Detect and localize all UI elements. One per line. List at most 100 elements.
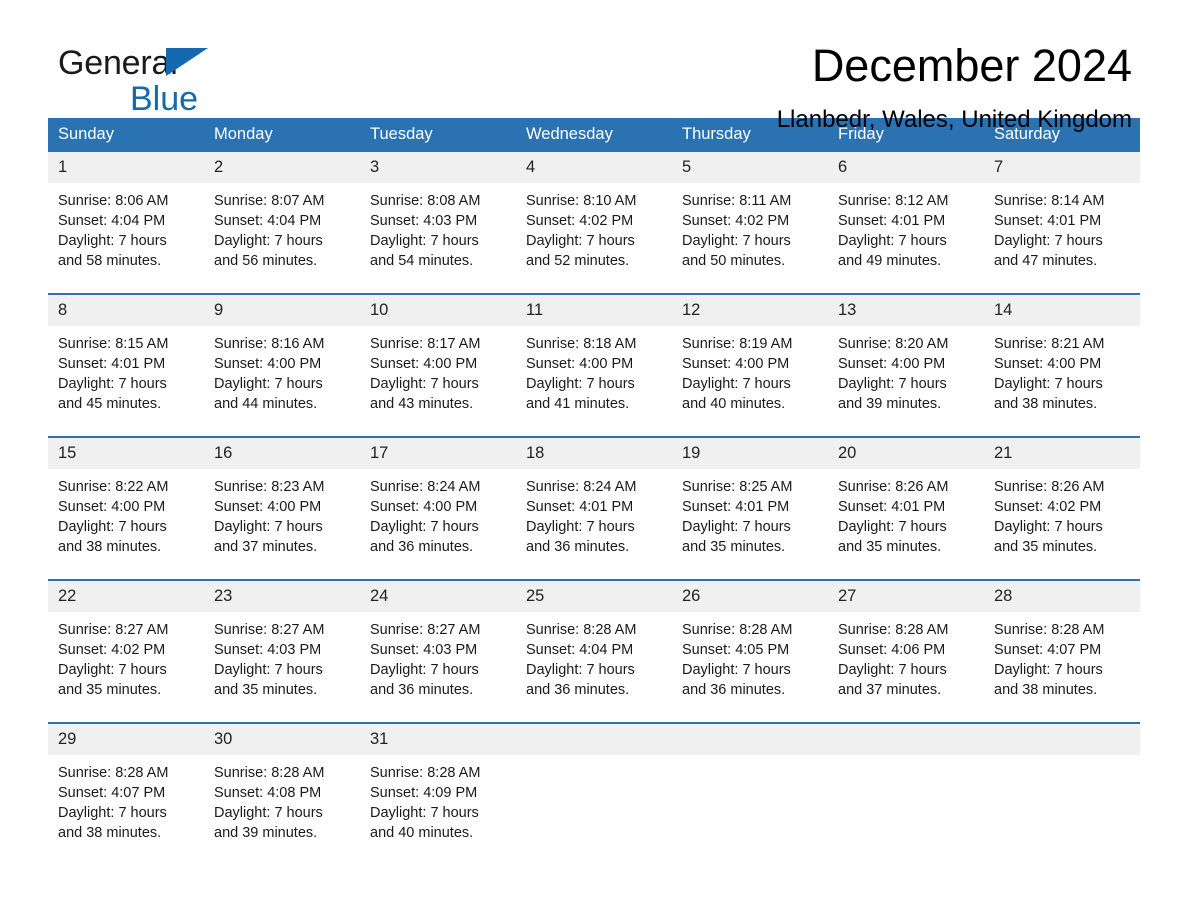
sunset-text: Sunset: 4:09 PM [370,785,478,801]
daylight-text-line1: Daylight: 7 hours [214,376,323,392]
day-number: 5 [672,152,828,183]
day-details: Sunrise: 8:06 AM Sunset: 4:04 PM Dayligh… [48,183,204,271]
general-blue-logo: General Blue [58,46,378,116]
sunrise-text: Sunrise: 8:20 AM [838,336,949,352]
daylight-text-line2: and 44 minutes. [214,396,318,412]
day-cell[interactable]: 19 Sunrise: 8:25 AM Sunset: 4:01 PM Dayl… [672,436,828,571]
day-cell[interactable]: 12 Sunrise: 8:19 AM Sunset: 4:00 PM Dayl… [672,293,828,428]
day-cell[interactable]: 7 Sunrise: 8:14 AM Sunset: 4:01 PM Dayli… [984,152,1140,285]
day-details: Sunrise: 8:08 AM Sunset: 4:03 PM Dayligh… [360,183,516,271]
day-cell[interactable]: 16 Sunrise: 8:23 AM Sunset: 4:00 PM Dayl… [204,436,360,571]
day-number: 9 [204,295,360,326]
daylight-text-line1: Daylight: 7 hours [214,519,323,535]
day-details: Sunrise: 8:28 AM Sunset: 4:07 PM Dayligh… [984,612,1140,700]
daylight-text-line2: and 38 minutes. [994,396,1098,412]
day-cell[interactable]: 3 Sunrise: 8:08 AM Sunset: 4:03 PM Dayli… [360,152,516,285]
day-cell[interactable]: 14 Sunrise: 8:21 AM Sunset: 4:00 PM Dayl… [984,293,1140,428]
day-cell[interactable]: 9 Sunrise: 8:16 AM Sunset: 4:00 PM Dayli… [204,293,360,428]
day-cell[interactable]: 5 Sunrise: 8:11 AM Sunset: 4:02 PM Dayli… [672,152,828,285]
sunrise-text: Sunrise: 8:28 AM [58,765,169,781]
week-spacer [48,428,1140,437]
day-details: Sunrise: 8:11 AM Sunset: 4:02 PM Dayligh… [672,183,828,271]
daylight-text-line2: and 40 minutes. [370,825,474,841]
day-cell[interactable]: 27 Sunrise: 8:28 AM Sunset: 4:06 PM Dayl… [828,579,984,714]
daylight-text-line1: Daylight: 7 hours [838,233,947,249]
day-cell[interactable]: 4 Sunrise: 8:10 AM Sunset: 4:02 PM Dayli… [516,152,672,285]
daylight-text-line2: and 35 minutes. [838,539,942,555]
day-cell[interactable]: 21 Sunrise: 8:26 AM Sunset: 4:02 PM Dayl… [984,436,1140,571]
sunset-text: Sunset: 4:07 PM [994,642,1102,658]
day-cell[interactable]: 24 Sunrise: 8:27 AM Sunset: 4:03 PM Dayl… [360,579,516,714]
sunrise-text: Sunrise: 8:28 AM [994,622,1105,638]
daylight-text-line2: and 47 minutes. [994,253,1098,269]
sunset-text: Sunset: 4:00 PM [682,356,790,372]
day-cell[interactable]: 28 Sunrise: 8:28 AM Sunset: 4:07 PM Dayl… [984,579,1140,714]
day-cell[interactable]: 29 Sunrise: 8:28 AM Sunset: 4:07 PM Dayl… [48,722,204,857]
day-cell[interactable]: 23 Sunrise: 8:27 AM Sunset: 4:03 PM Dayl… [204,579,360,714]
day-details: Sunrise: 8:10 AM Sunset: 4:02 PM Dayligh… [516,183,672,271]
day-cell[interactable]: 10 Sunrise: 8:17 AM Sunset: 4:00 PM Dayl… [360,293,516,428]
day-number: 28 [984,581,1140,612]
page-title: December 2024 [811,40,1132,91]
sunset-text: Sunset: 4:03 PM [370,213,478,229]
sunset-text: Sunset: 4:00 PM [58,499,166,515]
daylight-text-line1: Daylight: 7 hours [838,376,947,392]
day-cell[interactable]: 17 Sunrise: 8:24 AM Sunset: 4:00 PM Dayl… [360,436,516,571]
day-number: 26 [672,581,828,612]
day-cell[interactable]: 8 Sunrise: 8:15 AM Sunset: 4:01 PM Dayli… [48,293,204,428]
daylight-text-line2: and 39 minutes. [838,396,942,412]
sunset-text: Sunset: 4:02 PM [994,499,1102,515]
day-cell[interactable]: 2 Sunrise: 8:07 AM Sunset: 4:04 PM Dayli… [204,152,360,285]
day-cell[interactable]: 18 Sunrise: 8:24 AM Sunset: 4:01 PM Dayl… [516,436,672,571]
daylight-text-line2: and 35 minutes. [214,682,318,698]
day-details: Sunrise: 8:16 AM Sunset: 4:00 PM Dayligh… [204,326,360,414]
day-number: 8 [48,295,204,326]
day-number: 4 [516,152,672,183]
day-cell[interactable]: 25 Sunrise: 8:28 AM Sunset: 4:04 PM Dayl… [516,579,672,714]
daylight-text-line1: Daylight: 7 hours [994,519,1103,535]
daylight-text-line1: Daylight: 7 hours [370,519,479,535]
day-details: Sunrise: 8:28 AM Sunset: 4:06 PM Dayligh… [828,612,984,700]
sunrise-text: Sunrise: 8:27 AM [370,622,481,638]
sunset-text: Sunset: 4:02 PM [58,642,166,658]
day-cell[interactable]: 22 Sunrise: 8:27 AM Sunset: 4:02 PM Dayl… [48,579,204,714]
day-cell[interactable]: 11 Sunrise: 8:18 AM Sunset: 4:00 PM Dayl… [516,293,672,428]
sunset-text: Sunset: 4:01 PM [994,213,1102,229]
daylight-text-line1: Daylight: 7 hours [526,233,635,249]
sunset-text: Sunset: 4:00 PM [214,356,322,372]
sunrise-text: Sunrise: 8:28 AM [214,765,325,781]
day-number: 16 [204,438,360,469]
day-number: 18 [516,438,672,469]
sunrise-text: Sunrise: 8:24 AM [370,479,481,495]
day-cell[interactable]: 30 Sunrise: 8:28 AM Sunset: 4:08 PM Dayl… [204,722,360,857]
sunrise-text: Sunrise: 8:28 AM [838,622,949,638]
sunrise-sunset-calendar: Sunday Monday Tuesday Wednesday Thursday… [48,118,1140,857]
day-number: 12 [672,295,828,326]
weekday-header-sunday: Sunday [48,118,204,152]
daylight-text-line2: and 36 minutes. [526,539,630,555]
day-cell[interactable]: 26 Sunrise: 8:28 AM Sunset: 4:05 PM Dayl… [672,579,828,714]
daylight-text-line1: Daylight: 7 hours [838,662,947,678]
day-cell[interactable]: 20 Sunrise: 8:26 AM Sunset: 4:01 PM Dayl… [828,436,984,571]
daylight-text-line1: Daylight: 7 hours [58,233,167,249]
day-cell[interactable]: 6 Sunrise: 8:12 AM Sunset: 4:01 PM Dayli… [828,152,984,285]
logo-triangle-icon [166,48,208,76]
day-cell[interactable]: 13 Sunrise: 8:20 AM Sunset: 4:00 PM Dayl… [828,293,984,428]
sunrise-text: Sunrise: 8:28 AM [370,765,481,781]
page-masthead: General Blue December 2024 Llanbedr, Wal… [48,0,1140,133]
day-cell[interactable]: 1 Sunrise: 8:06 AM Sunset: 4:04 PM Dayli… [48,152,204,285]
day-number: 15 [48,438,204,469]
day-details: Sunrise: 8:26 AM Sunset: 4:02 PM Dayligh… [984,469,1140,557]
day-cell[interactable]: 31 Sunrise: 8:28 AM Sunset: 4:09 PM Dayl… [360,722,516,857]
week-row: 8 Sunrise: 8:15 AM Sunset: 4:01 PM Dayli… [48,293,1140,428]
sunrise-text: Sunrise: 8:06 AM [58,193,169,209]
week-spacer [48,571,1140,580]
daylight-text-line1: Daylight: 7 hours [58,519,167,535]
location-subtitle: Llanbedr, Wales, United Kingdom [776,106,1132,133]
day-cell[interactable]: 15 Sunrise: 8:22 AM Sunset: 4:00 PM Dayl… [48,436,204,571]
sunset-text: Sunset: 4:01 PM [682,499,790,515]
day-number: 31 [360,724,516,755]
day-number: 6 [828,152,984,183]
sunset-text: Sunset: 4:01 PM [58,356,166,372]
sunset-text: Sunset: 4:03 PM [370,642,478,658]
